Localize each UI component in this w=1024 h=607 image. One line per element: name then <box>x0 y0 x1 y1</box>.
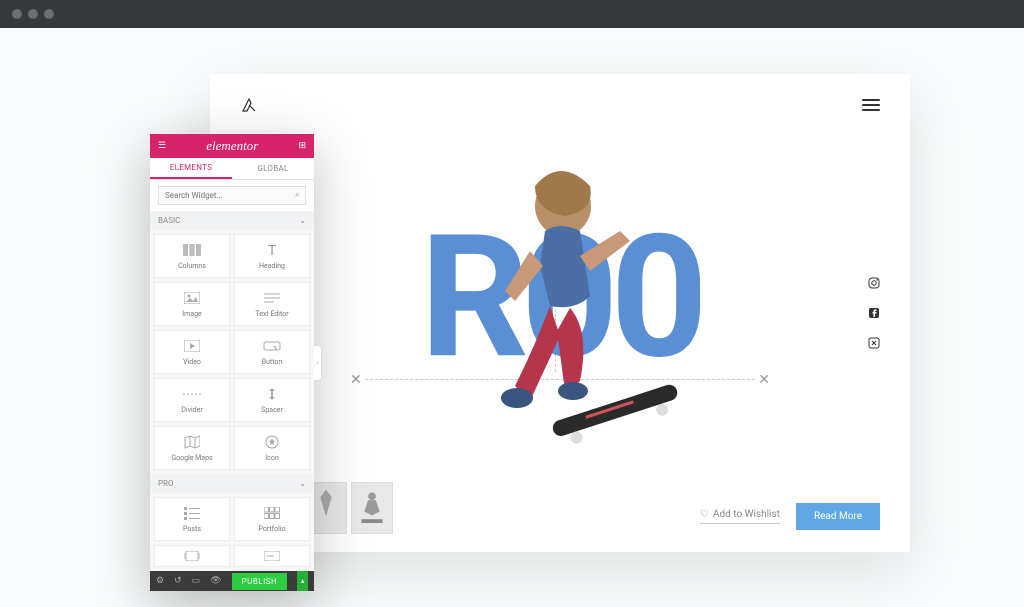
instagram-icon[interactable] <box>868 277 880 289</box>
thumbnail[interactable] <box>351 482 393 534</box>
section-header-basic[interactable]: BASIC ⌄ <box>150 211 314 230</box>
window-dot <box>44 9 54 19</box>
add-to-wishlist-link[interactable]: ♡ Add to Wishlist <box>700 509 780 524</box>
widget-label: Button <box>262 358 283 366</box>
social-icon[interactable] <box>868 337 880 349</box>
divider-icon <box>183 386 201 402</box>
widget-heading[interactable]: T Heading <box>234 234 310 278</box>
widget-label: Spacer <box>261 406 283 414</box>
widget-grid-pro: Posts Portfolio <box>150 493 314 571</box>
facebook-icon[interactable] <box>868 307 880 319</box>
guide-cross-icon: ✕ <box>350 372 362 388</box>
widget-label: Heading <box>259 262 285 270</box>
widget-image[interactable]: Image <box>154 282 230 326</box>
history-icon[interactable]: ↺ <box>174 576 182 586</box>
text-editor-icon <box>264 290 280 306</box>
video-icon <box>184 338 200 354</box>
tab-elements[interactable]: ELEMENTS <box>150 158 232 179</box>
panel-bottom-bar: ⚙ ↺ ▭ 👁 PUBLISH ▴ <box>150 571 314 591</box>
responsive-icon[interactable]: ▭ <box>192 576 201 586</box>
thumbnail-strip <box>305 482 393 534</box>
widget-posts[interactable]: Posts <box>154 497 230 541</box>
panel-collapse-handle[interactable]: ‹ <box>314 345 322 381</box>
settings-icon[interactable]: ⚙ <box>156 576 164 586</box>
browser-chrome <box>0 0 1024 28</box>
chevron-down-icon: ⌄ <box>299 216 306 225</box>
panel-header: ☰ elementor ⊞ <box>150 134 314 158</box>
window-dot <box>12 9 22 19</box>
hero-image[interactable] <box>435 136 685 446</box>
section-title: BASIC <box>158 216 180 225</box>
search-input[interactable] <box>158 186 306 205</box>
page-canvas[interactable]: ✕ ✕ R00 <box>210 74 910 552</box>
widget-label: Posts <box>183 525 201 533</box>
button-icon <box>263 338 281 354</box>
widget-label: Text Editor <box>255 310 288 318</box>
widget-icon[interactable]: Icon <box>234 426 310 470</box>
widget-text-editor[interactable]: Text Editor <box>234 282 310 326</box>
columns-icon <box>183 242 201 258</box>
section-title: PRO <box>158 479 173 488</box>
widget-grid-basic: Columns T Heading Image Text Editor Video… <box>150 230 314 474</box>
widget-label: Columns <box>178 262 206 270</box>
grid-icon[interactable]: ⊞ <box>298 141 306 151</box>
widget-divider[interactable]: Divider <box>154 378 230 422</box>
widget-video[interactable]: Video <box>154 330 230 374</box>
form-icon <box>264 548 280 564</box>
chevron-down-icon: ⌄ <box>299 479 306 488</box>
elementor-panel: ☰ elementor ⊞ ELEMENTS GLOBAL ⌕ BASIC ⌄ … <box>150 134 314 591</box>
search-icon[interactable]: ⌕ <box>295 190 300 200</box>
guide-cross-icon: ✕ <box>758 372 770 388</box>
portfolio-icon <box>264 505 280 521</box>
tab-global[interactable]: GLOBAL <box>232 158 314 179</box>
slides-icon <box>184 548 200 564</box>
heading-icon: T <box>264 242 280 258</box>
window-dot <box>28 9 38 19</box>
preview-icon[interactable]: 👁 <box>210 576 221 586</box>
publish-options-button[interactable]: ▴ <box>297 571 308 591</box>
widget-portfolio[interactable]: Portfolio <box>234 497 310 541</box>
map-icon <box>184 434 200 450</box>
posts-icon <box>184 505 200 521</box>
publish-button[interactable]: PUBLISH <box>232 573 288 590</box>
widget-columns[interactable]: Columns <box>154 234 230 278</box>
hamburger-icon[interactable]: ☰ <box>158 141 166 151</box>
menu-icon[interactable] <box>862 99 880 111</box>
svg-text:T: T <box>268 243 277 257</box>
widget-label: Google Maps <box>171 454 212 462</box>
widget-google-maps[interactable]: Google Maps <box>154 426 230 470</box>
star-icon <box>265 434 279 450</box>
widget-label: Icon <box>265 454 278 462</box>
widget-form[interactable] <box>234 545 310 567</box>
image-icon <box>184 290 200 306</box>
widget-spacer[interactable]: Spacer <box>234 378 310 422</box>
widget-label: Divider <box>181 406 202 414</box>
widget-label: Video <box>183 358 201 366</box>
site-logo[interactable] <box>240 96 258 114</box>
social-rail <box>868 277 880 349</box>
read-more-button[interactable]: Read More <box>796 503 880 530</box>
hero-section: ✕ ✕ R00 <box>210 124 910 472</box>
heart-icon: ♡ <box>700 509 709 520</box>
spacer-icon <box>265 386 279 402</box>
widget-label: Portfolio <box>258 525 285 533</box>
section-header-pro[interactable]: PRO ⌄ <box>150 474 314 493</box>
wishlist-label: Add to Wishlist <box>713 509 780 520</box>
widget-label: Image <box>182 310 202 318</box>
panel-brand: elementor <box>206 138 258 154</box>
widget-button[interactable]: Button <box>234 330 310 374</box>
widget-slides[interactable] <box>154 545 230 567</box>
